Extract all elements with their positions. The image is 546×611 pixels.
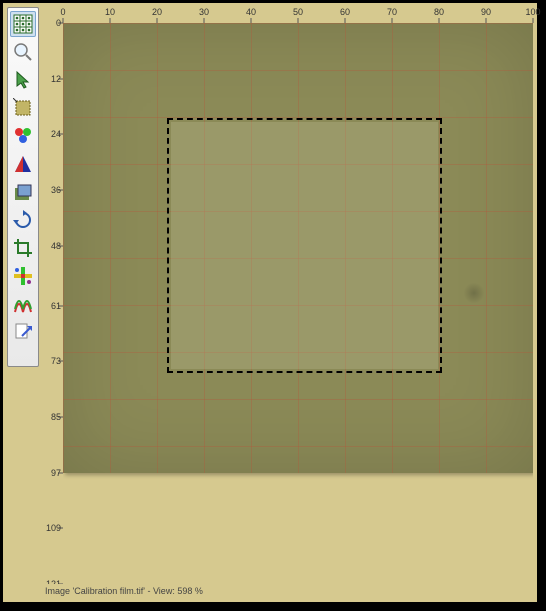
ruler-v-tick: 73: [41, 356, 61, 366]
ruler-h-tick: 50: [293, 7, 303, 17]
vertical-ruler: 01224364861738597109121: [41, 23, 63, 584]
levels-tool[interactable]: [10, 151, 36, 177]
image-artifact: [463, 283, 485, 303]
ruler-v-tick: 48: [41, 241, 61, 251]
zoom-tool[interactable]: [10, 39, 36, 65]
select-tool[interactable]: [10, 95, 36, 121]
color-adjust-tool[interactable]: [10, 263, 36, 289]
rgb-dots-icon: [13, 126, 33, 146]
grid-icon: [13, 14, 33, 34]
ruler-h-tick: 60: [340, 7, 350, 17]
ruler-h-tick: 30: [199, 7, 209, 17]
app-window: 0 10 20 30 40 50 60 70 80 90 100 0 12 24 36 48 61 73 85 97…: [0, 0, 540, 605]
color-plus-icon: [13, 266, 33, 286]
image-region[interactable]: [63, 23, 533, 473]
export-icon: [13, 322, 33, 342]
ruler-h-tick: 100: [525, 7, 540, 17]
ruler-v-tick: 0: [41, 18, 61, 28]
work-area: 0102030405060708090100 01224364861738597…: [41, 7, 533, 584]
triangle-icon: [13, 154, 33, 174]
curves-tool[interactable]: [10, 291, 36, 317]
ruler-h-tick: 10: [105, 7, 115, 17]
ruler-h-tick: 0: [60, 7, 65, 17]
image-canvas[interactable]: [63, 23, 533, 584]
ruler-v-tick: 24: [41, 129, 61, 139]
ruler-v-tick: 109: [41, 523, 61, 533]
ruler-v-tick: 36: [41, 185, 61, 195]
tool-palette: [7, 7, 39, 367]
ruler-v-tick: 97: [41, 468, 61, 478]
ruler-v-tick: 61: [41, 301, 61, 311]
magnifier-icon: [13, 42, 33, 62]
select-icon: [13, 98, 33, 118]
crop-tool[interactable]: [10, 235, 36, 261]
rotate-icon: [13, 210, 33, 230]
ruler-v-tick: 12: [41, 74, 61, 84]
layers-tool[interactable]: [10, 179, 36, 205]
status-bar: Image 'Calibration film.tif' - View: 598…: [41, 584, 533, 598]
ruler-h-tick: 80: [434, 7, 444, 17]
ruler-h-tick: 40: [246, 7, 256, 17]
rotate-tool[interactable]: [10, 207, 36, 233]
rgb-channels-tool[interactable]: [10, 123, 36, 149]
ruler-h-tick: 70: [387, 7, 397, 17]
curves-icon: [13, 294, 33, 314]
horizontal-ruler: 0102030405060708090100: [63, 7, 533, 23]
ruler-h-tick: 20: [152, 7, 162, 17]
selection-marquee[interactable]: [167, 118, 442, 373]
export-tool[interactable]: [10, 319, 36, 345]
ruler-v-tick: 85: [41, 412, 61, 422]
pointer-tool[interactable]: [10, 67, 36, 93]
pointer-icon: [13, 70, 33, 90]
ruler-h-tick: 90: [481, 7, 491, 17]
crop-icon: [13, 238, 33, 258]
grid-tool[interactable]: [10, 11, 36, 37]
status-text: Image 'Calibration film.tif' - View: 598…: [45, 586, 203, 596]
layers-icon: [13, 182, 33, 202]
